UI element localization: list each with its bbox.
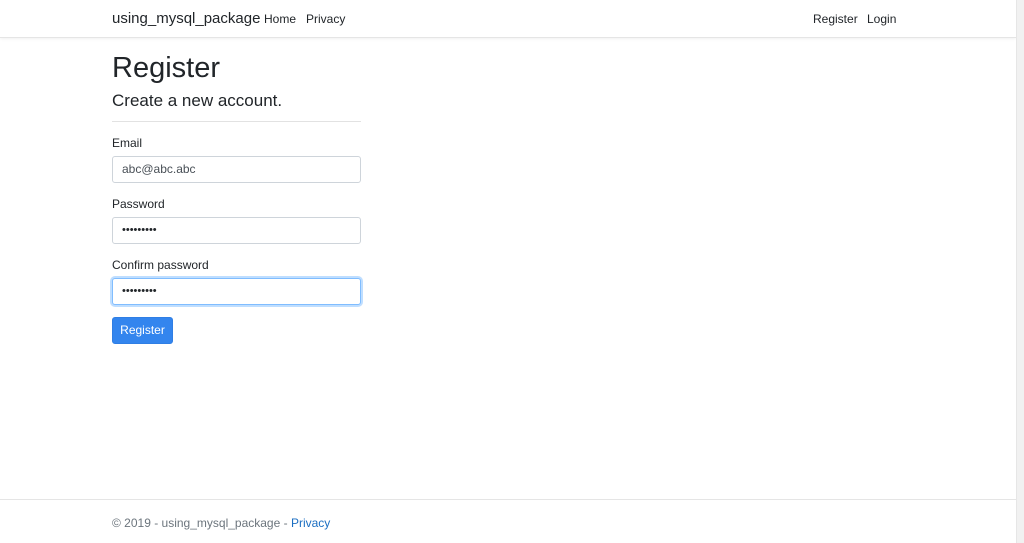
password-field[interactable]: ••••••••• bbox=[112, 217, 361, 244]
page: using_mysql_package Home Privacy Registe… bbox=[0, 0, 1016, 543]
password-label: Password bbox=[112, 197, 165, 211]
nav-login-link[interactable]: Login bbox=[867, 11, 896, 27]
email-label: Email bbox=[112, 136, 143, 150]
register-button[interactable]: Register bbox=[112, 317, 173, 344]
navbar: using_mysql_package Home Privacy Registe… bbox=[0, 0, 1016, 38]
nav-register-link[interactable]: Register bbox=[813, 11, 858, 27]
divider bbox=[112, 121, 361, 122]
page-title: Register bbox=[112, 52, 220, 84]
confirm-password-field[interactable]: ••••••••• bbox=[112, 278, 361, 305]
footer-privacy-link[interactable]: Privacy bbox=[291, 516, 330, 530]
footer: © 2019 - using_mysql_package - Privacy bbox=[112, 515, 330, 531]
confirm-password-label: Confirm password bbox=[112, 258, 209, 272]
nav-home-link[interactable]: Home bbox=[264, 11, 296, 27]
email-field[interactable]: abc@abc.abc bbox=[112, 156, 361, 183]
footer-copyright: © 2019 - using_mysql_package - bbox=[112, 516, 291, 530]
vertical-scrollbar[interactable] bbox=[1016, 0, 1024, 543]
page-subtitle: Create a new account. bbox=[112, 91, 283, 110]
brand-link[interactable]: using_mysql_package bbox=[112, 9, 260, 29]
nav-privacy-link[interactable]: Privacy bbox=[306, 11, 345, 27]
footer-divider bbox=[0, 499, 1016, 500]
